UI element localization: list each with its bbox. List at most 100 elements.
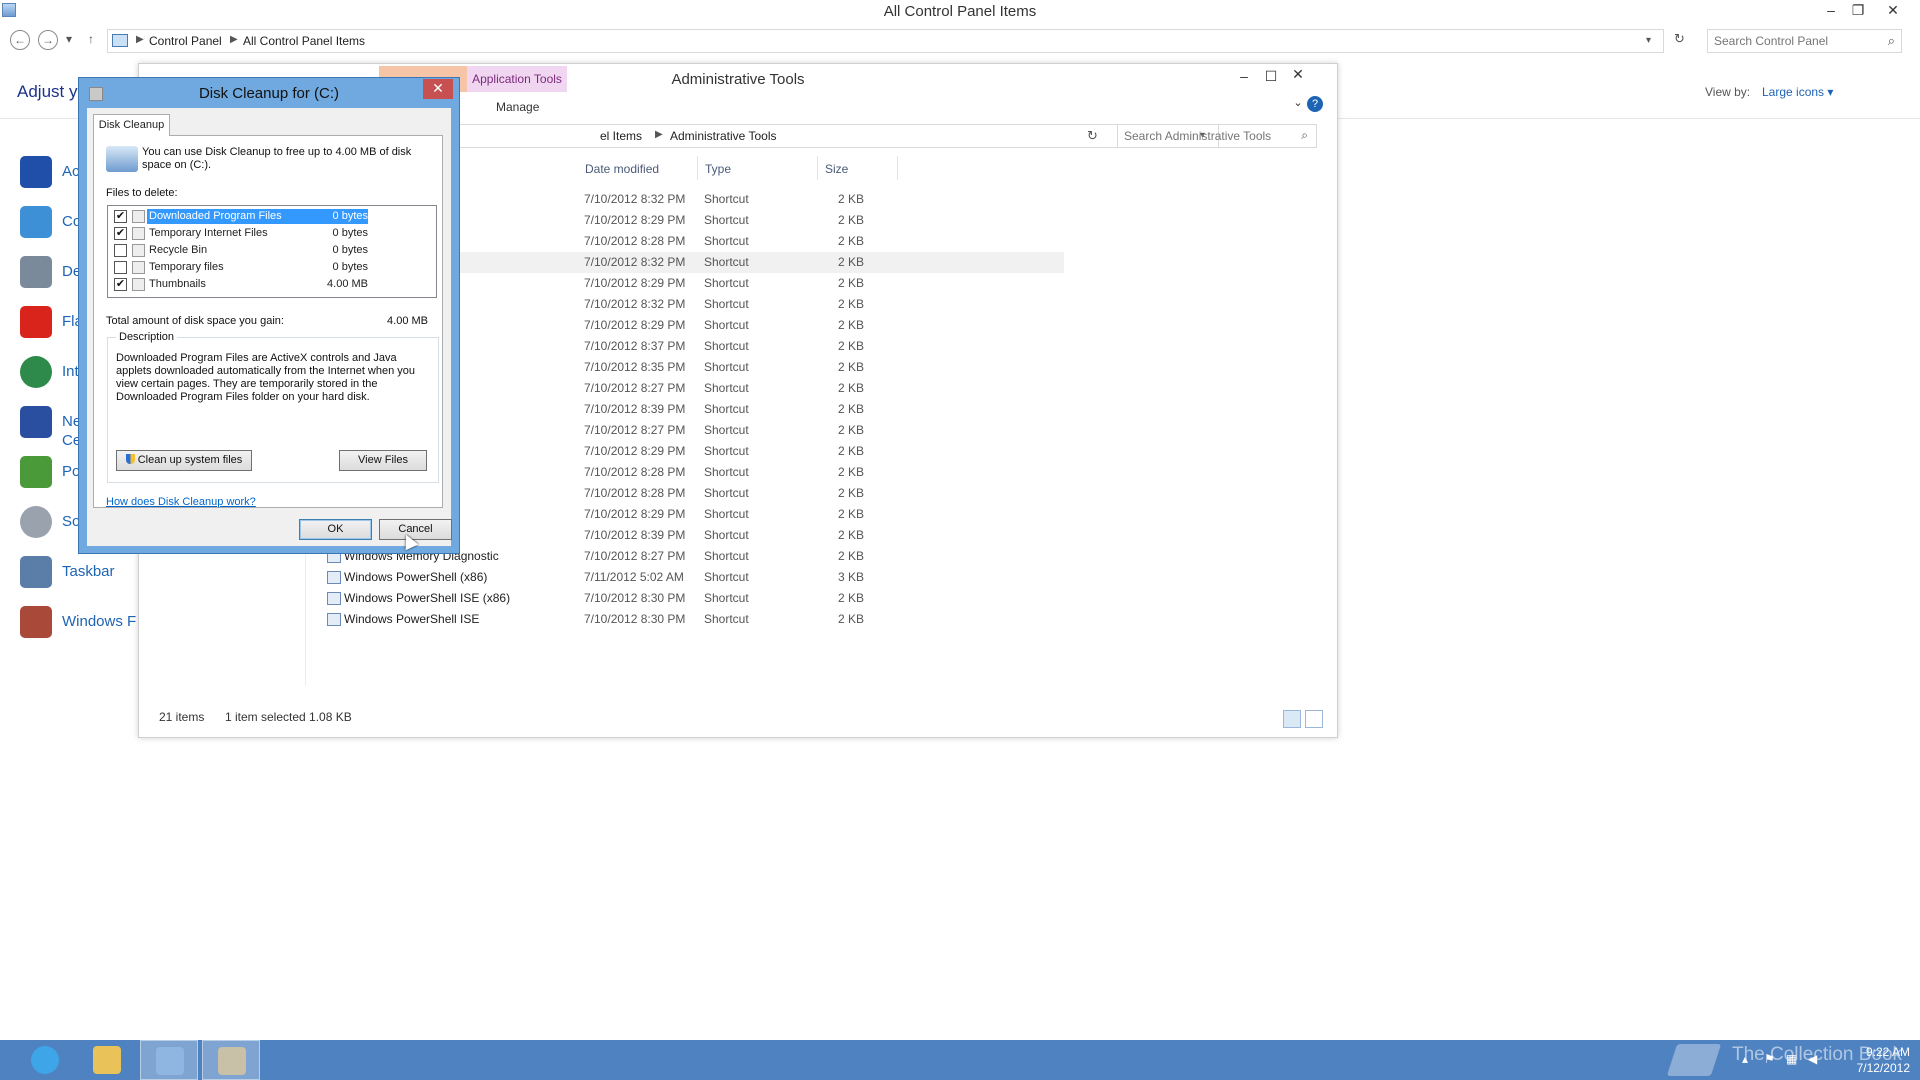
address-dropdown-chevron-icon[interactable]: ▾ (1646, 35, 1651, 46)
row-type: Shortcut (704, 570, 749, 584)
forward-arrow-icon[interactable]: → (38, 30, 58, 50)
breadcrumb-separator-icon[interactable]: ▶ (136, 34, 144, 45)
window-title: All Control Panel Items (883, 3, 1037, 20)
column-header-date-modified[interactable]: Date modified (585, 162, 659, 176)
back-arrow-icon[interactable]: ← (10, 30, 30, 50)
minimize-icon[interactable]: – (1231, 68, 1257, 84)
shortcut-icon (327, 571, 341, 584)
list-item[interactable]: ✔ Thumbnails 4.00 MB (110, 276, 433, 293)
address-bar-row: ← → ▾ ↑ ▶ Control Panel ▶ All Control Pa… (0, 26, 1920, 56)
cp-item-label: Ac (62, 163, 80, 180)
files-to-delete-list[interactable]: ✔ Downloaded Program Files 0 bytes ✔ Tem… (107, 205, 437, 298)
list-item-size: 0 bytes (332, 244, 368, 256)
breadcrumb-administrative-tools[interactable]: Administrative Tools (670, 129, 777, 143)
minimize-icon[interactable]: – (1818, 2, 1844, 18)
button-label: Clean up system files (137, 454, 243, 466)
table-row[interactable]: Windows PowerShell (x86) 7/11/2012 5:02 A… (314, 567, 1064, 588)
taskbar (0, 1040, 1920, 1080)
taskbar-disk-cleanup[interactable] (202, 1040, 260, 1080)
up-arrow-icon[interactable]: ↑ (88, 32, 94, 46)
total-space-value: 4.00 MB (387, 315, 428, 327)
intro-text: You can use Disk Cleanup to free up to 4… (142, 146, 412, 171)
control-panel-icon (156, 1047, 184, 1075)
ribbon-tab-manage[interactable]: Manage (496, 100, 539, 114)
close-icon[interactable]: ✕ (423, 79, 453, 99)
list-item[interactable]: Recycle Bin 0 bytes (110, 242, 433, 259)
cp-item-windows-firewall[interactable]: Windows F (20, 606, 140, 646)
checkbox[interactable]: ✔ (114, 278, 127, 291)
system-clock[interactable]: 9:22 AM 7/12/2012 (1820, 1044, 1910, 1076)
help-icon[interactable]: ? (1307, 96, 1323, 112)
cp-item-label: Int (62, 363, 79, 380)
column-header-size[interactable]: Size (825, 162, 848, 176)
list-item[interactable]: ✔ Temporary Internet Files 0 bytes (110, 225, 433, 242)
checkbox[interactable] (114, 244, 127, 257)
restore-icon[interactable]: ❐ (1845, 2, 1871, 19)
row-date-modified: 7/10/2012 8:30 PM (584, 591, 686, 605)
recent-locations-chevron-icon[interactable]: ▾ (66, 32, 72, 46)
row-type: Shortcut (704, 381, 749, 395)
column-divider[interactable] (817, 156, 818, 180)
cancel-button[interactable]: Cancel (379, 519, 452, 540)
column-divider[interactable] (897, 156, 898, 180)
row-size: 2 KB (837, 381, 864, 395)
network-icon[interactable]: ▦ (1786, 1052, 1797, 1066)
breadcrumb-separator-icon[interactable]: ▶ (655, 129, 663, 140)
breadcrumb-all-control-panel-items[interactable]: All Control Panel Items (243, 34, 365, 48)
refresh-icon[interactable]: ↻ (1674, 31, 1685, 47)
maximize-icon[interactable]: ☐ (1258, 68, 1284, 85)
admin-search-input[interactable] (1124, 126, 1289, 146)
action-center-flag-icon[interactable]: ⚑ (1764, 1052, 1775, 1066)
cp-item-label: Windows F (62, 613, 137, 630)
checkbox[interactable]: ✔ (114, 227, 127, 240)
taskbar-file-explorer[interactable] (78, 1040, 136, 1080)
view-by-dropdown[interactable]: Large icons ▾ (1762, 85, 1833, 99)
details-view-icon[interactable] (1283, 710, 1301, 728)
ok-button[interactable]: OK (299, 519, 372, 540)
breadcrumb-separator-icon[interactable]: ▶ (230, 34, 238, 45)
control-panel-search-input[interactable] (1714, 31, 1874, 51)
recycle-bin-icon (132, 244, 145, 257)
row-date-modified: 7/10/2012 8:37 PM (584, 339, 686, 353)
close-icon[interactable]: ✕ (1880, 2, 1906, 19)
help-link[interactable]: How does Disk Cleanup work? (106, 496, 256, 508)
flag-icon (20, 156, 52, 188)
list-item[interactable]: Temporary files 0 bytes (110, 259, 433, 276)
taskbar-control-panel[interactable] (140, 1040, 198, 1080)
row-size: 2 KB (837, 612, 864, 626)
column-divider[interactable] (697, 156, 698, 180)
table-row[interactable]: Windows PowerShell ISE (x86) 7/10/2012 8:… (314, 588, 1064, 609)
row-date-modified: 7/10/2012 8:29 PM (584, 507, 686, 521)
large-icons-view-icon[interactable] (1305, 710, 1323, 728)
address-bar[interactable]: ▶ Control Panel ▶ All Control Panel Item… (107, 29, 1664, 53)
checkbox[interactable]: ✔ (114, 210, 127, 223)
table-row[interactable]: Windows PowerShell ISE 7/10/2012 8:30 PM S… (314, 609, 1064, 630)
show-hidden-icons-chevron-icon[interactable]: ▴ (1742, 1052, 1748, 1066)
drive-cleanup-icon (106, 146, 138, 172)
book-logo-icon (1666, 1044, 1722, 1076)
row-type: Shortcut (704, 318, 749, 332)
clock-date: 7/12/2012 (1856, 1061, 1910, 1075)
clean-up-system-files-button[interactable]: Clean up system files (116, 450, 252, 471)
view-files-button[interactable]: View Files (339, 450, 427, 471)
breadcrumb-control-panel[interactable]: Control Panel (149, 34, 222, 48)
cp-item-taskbar[interactable]: Taskbar (20, 556, 140, 596)
breadcrumb-all-items[interactable]: el Items (600, 129, 642, 143)
taskbar-internet-explorer[interactable] (16, 1040, 74, 1080)
column-header-type[interactable]: Type (705, 162, 731, 176)
row-date-modified: 7/10/2012 8:39 PM (584, 528, 686, 542)
search-icon[interactable]: ⌕ (1888, 33, 1895, 49)
close-icon[interactable]: ✕ (1285, 66, 1311, 83)
row-type: Shortcut (704, 402, 749, 416)
refresh-icon[interactable]: ↻ (1087, 128, 1098, 144)
checkbox[interactable] (114, 261, 127, 274)
volume-icon[interactable]: ◀ (1808, 1052, 1817, 1066)
clock-time: 9:22 AM (1865, 1045, 1910, 1059)
row-type: Shortcut (704, 486, 749, 500)
list-item[interactable]: ✔ Downloaded Program Files 0 bytes (110, 208, 433, 225)
search-icon[interactable]: ⌕ (1301, 128, 1308, 143)
admin-search: ⌕ (1117, 124, 1317, 148)
tab-disk-cleanup[interactable]: Disk Cleanup (93, 114, 170, 136)
control-panel-search: ⌕ (1707, 29, 1902, 53)
status-selection: 1 item selected 1.08 KB (225, 710, 352, 724)
